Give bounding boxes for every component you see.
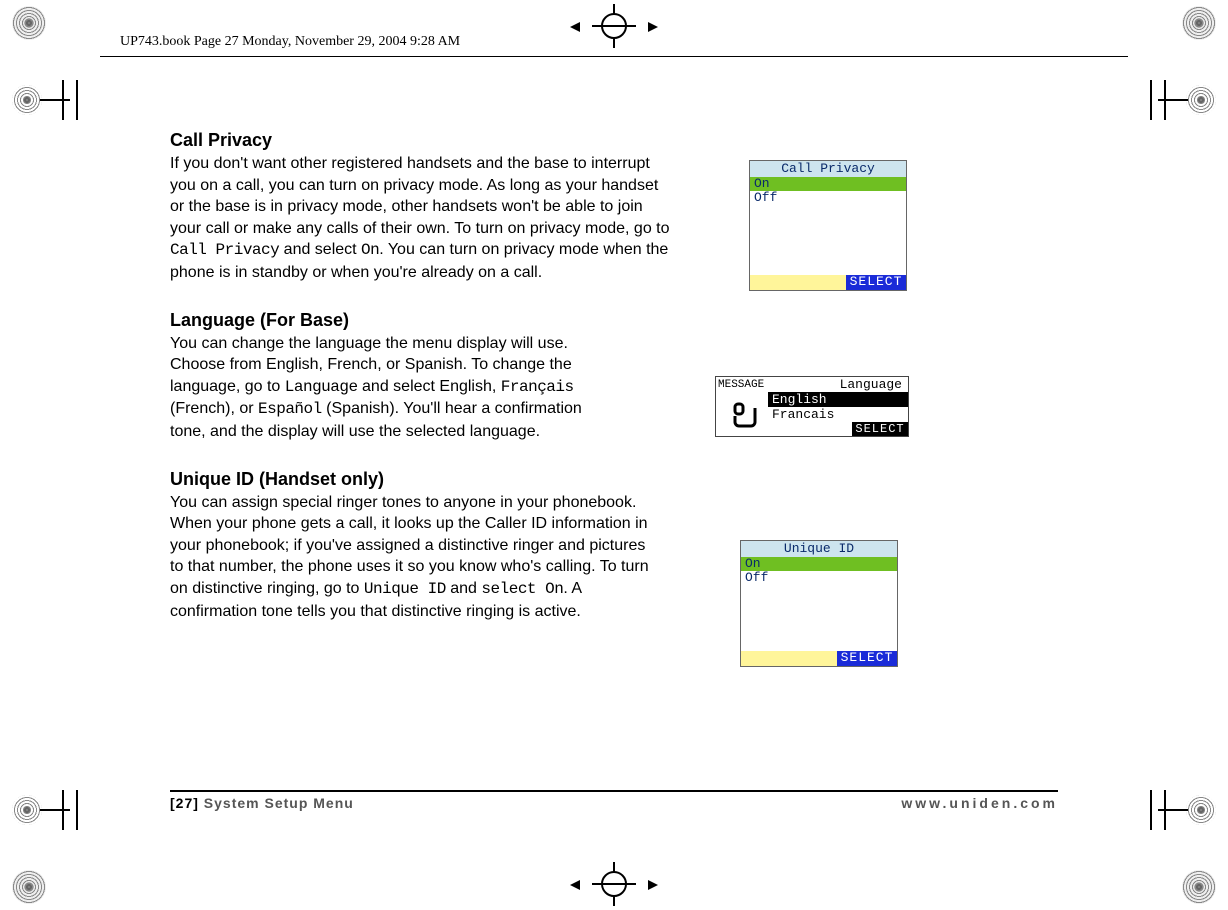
print-header: UP743.book Page 27 Monday, November 29, … (120, 34, 460, 50)
text: and select English, (358, 378, 501, 395)
lcd-blank (750, 205, 906, 275)
registration-mark-icon (12, 790, 72, 830)
crosshair-icon (592, 862, 636, 906)
answering-machine-icon (731, 398, 759, 428)
lcd-option-on: On (750, 177, 906, 191)
page-number: [27] (170, 795, 199, 811)
menu-ref-espanol: Español (258, 400, 322, 418)
menu-ref-on: On (361, 241, 379, 259)
lcd-option-on: On (741, 557, 897, 571)
lcd-title: Unique ID (741, 541, 897, 557)
lcd-option-off: Off (750, 191, 906, 205)
footer-url: www.uniden.com (901, 795, 1058, 811)
registration-mark-icon (1182, 870, 1216, 904)
lcd-blank (741, 585, 897, 651)
lcd-softkey-bar: SELECT (768, 422, 908, 436)
text: If you don't want other registered hands… (170, 155, 670, 237)
registration-mark-icon (12, 80, 72, 120)
page-footer: [27] System Setup Menu www.uniden.com (170, 790, 1058, 811)
lcd-option-english: English (768, 392, 908, 407)
lcd-softkey-left (741, 651, 837, 666)
lcd-softkey-left (750, 275, 846, 290)
menu-ref-select-on: select On (481, 580, 563, 598)
lcd-title: Language (766, 377, 908, 392)
header-rule (100, 56, 1128, 57)
lcd-language: MESSAGE Language English Francais SELECT (715, 376, 909, 437)
lcd-softkey-bar: SELECT (750, 275, 906, 290)
lcd-option-off: Off (741, 571, 897, 585)
lcd-softkey-left (768, 422, 852, 436)
lcd-softkey-bar: SELECT (741, 651, 897, 666)
text: and (446, 580, 482, 597)
menu-ref-francais: Français (501, 378, 574, 396)
lcd-softkey-select: SELECT (846, 275, 906, 290)
menu-ref-language: Language (285, 378, 358, 396)
footer-left: [27] System Setup Menu (170, 795, 354, 811)
lcd-softkey-select: SELECT (837, 651, 897, 666)
menu-ref-call-privacy: Call Privacy (170, 241, 279, 259)
lcd-title: Call Privacy (750, 161, 906, 177)
registration-mark-icon (12, 6, 46, 40)
lcd-message-badge: MESSAGE (716, 378, 766, 392)
menu-ref-unique-id: Unique ID (364, 580, 446, 598)
registration-mark-icon (1156, 790, 1216, 830)
lcd-softkey-select: SELECT (852, 422, 908, 436)
section-title-call-privacy: Call Privacy (170, 130, 910, 151)
registration-mark-icon (12, 870, 46, 904)
lcd-call-privacy: Call Privacy On Off SELECT (749, 160, 907, 291)
registration-mark-icon (1156, 80, 1216, 120)
text: and select (279, 241, 361, 258)
section-title-language: Language (For Base) (170, 310, 910, 331)
section-title-unique-id: Unique ID (Handset only) (170, 469, 910, 490)
lcd-unique-id: Unique ID On Off SELECT (740, 540, 898, 667)
section-body-call-privacy: If you don't want other registered hands… (170, 153, 670, 284)
section-body-unique-id: You can assign special ringer tones to a… (170, 492, 650, 623)
crosshair-icon (592, 4, 636, 48)
footer-section: System Setup Menu (204, 795, 354, 811)
registration-mark-icon (1182, 6, 1216, 40)
text: (French), or (170, 400, 258, 417)
lcd-option-francais: Francais (768, 407, 908, 422)
section-body-language: You can change the language the menu dis… (170, 333, 613, 443)
